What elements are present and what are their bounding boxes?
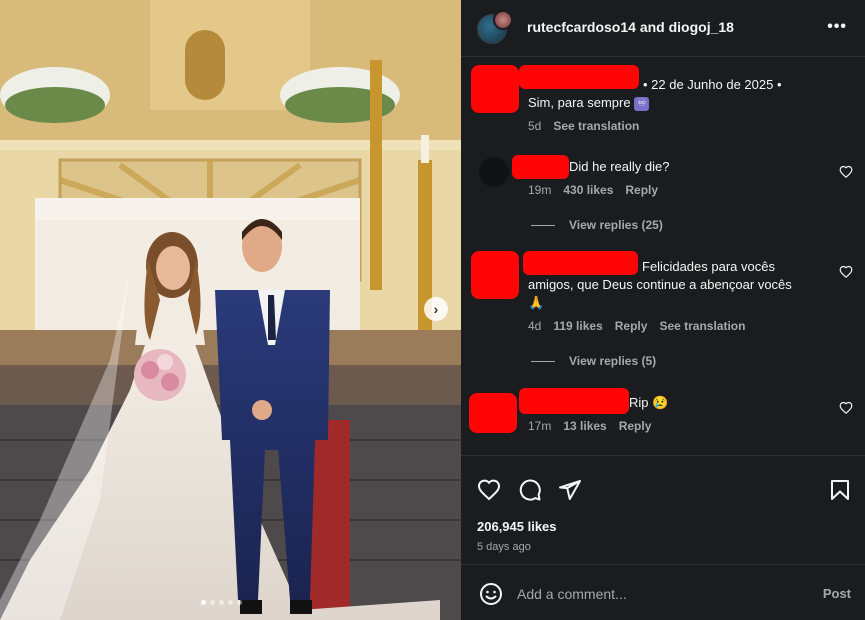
comment-text: Rip 😢 [629, 393, 668, 412]
comment-age: 4d [528, 319, 542, 333]
redacted-username [523, 251, 638, 275]
see-translation-link[interactable]: See translation [553, 119, 639, 133]
caption-body: Sim, para sempre [528, 95, 631, 110]
comment-text: Did he really die? [569, 159, 670, 174]
view-replies-button[interactable]: View replies (25) [531, 218, 663, 232]
carousel-dots [201, 600, 242, 605]
carousel-dot [219, 600, 224, 605]
share-icon[interactable] [558, 478, 582, 502]
like-heart-icon[interactable] [839, 401, 853, 415]
comment-likes[interactable]: 13 likes [563, 419, 606, 433]
comment-likes[interactable]: 430 likes [563, 183, 613, 197]
like-heart-icon[interactable] [839, 165, 853, 179]
like-heart-icon[interactable] [477, 478, 501, 502]
post-authors: rutecfcardoso14 and diogoj_18 [527, 19, 734, 35]
view-replies-button[interactable]: View replies (5) [531, 354, 656, 368]
reply-thread-line [531, 224, 555, 226]
view-replies-label: View replies (5) [569, 354, 657, 368]
like-count[interactable]: 206,945 likes [477, 519, 557, 534]
comment-input[interactable]: Add a comment... [517, 586, 627, 602]
sad-face-emoji-icon: 😢 [652, 395, 669, 410]
post-side-panel: rutecfcardoso14 and diogoj_18 ••• • 22 d… [461, 0, 865, 620]
carousel-dot [228, 600, 233, 605]
caption-age: 5d [528, 119, 542, 133]
comment-text-line1: Felicidades para vocês [642, 259, 775, 274]
comment-icon[interactable] [518, 478, 542, 502]
authors-conjunction: and [639, 19, 665, 35]
redacted-avatar [471, 65, 519, 113]
divider [461, 564, 865, 565]
comment-text-line2: amigos, que Deus continue a abençoar voc… [528, 277, 792, 292]
redacted-username [512, 155, 569, 179]
redacted-avatar [469, 393, 517, 433]
post-comment-button[interactable]: Post [823, 586, 851, 601]
post-photo[interactable]: › [0, 0, 461, 620]
post-header: rutecfcardoso14 and diogoj_18 ••• [461, 0, 865, 56]
carousel-dot [237, 600, 242, 605]
reply-button[interactable]: Reply [619, 419, 652, 433]
redacted-username [519, 388, 629, 414]
carousel-dot [210, 600, 215, 605]
comment-meta: 4d 119 likes Reply See translation [528, 319, 745, 333]
infinity-emoji-icon: ♾ [634, 96, 650, 111]
carousel-next-button[interactable]: › [424, 297, 448, 321]
bookmark-icon[interactable] [828, 478, 852, 502]
reply-button[interactable]: Reply [625, 183, 658, 197]
avatar[interactable] [493, 10, 513, 30]
comments-list[interactable]: • 22 de Junho de 2025 • Sim, para sempre… [461, 57, 865, 455]
redacted-avatar [471, 251, 519, 299]
avatar[interactable] [479, 157, 509, 187]
redacted-username [519, 65, 639, 89]
comment-body: Rip [629, 395, 649, 410]
caption-meta: 5d See translation [528, 119, 639, 133]
like-heart-icon[interactable] [839, 265, 853, 279]
divider [461, 455, 865, 456]
carousel-dot [201, 600, 206, 605]
comment-likes[interactable]: 119 likes [553, 319, 602, 333]
praying-hands-emoji-icon: 🙏 [528, 295, 545, 310]
author-username[interactable]: rutecfcardoso14 [527, 19, 636, 35]
comment-age: 17m [528, 419, 552, 433]
comment-age: 19m [528, 183, 552, 197]
post-age: 5 days ago [477, 541, 531, 553]
view-replies-label: View replies (25) [569, 218, 663, 232]
emoji-picker-icon[interactable] [479, 582, 503, 606]
reply-button[interactable]: Reply [615, 319, 648, 333]
see-translation-link[interactable]: See translation [659, 319, 745, 333]
reply-thread-line [531, 360, 555, 362]
comment-meta: 17m 13 likes Reply [528, 419, 651, 433]
author-username[interactable]: diogoj_18 [669, 19, 734, 35]
comment-meta: 19m 430 likes Reply [528, 183, 658, 197]
more-options-icon[interactable]: ••• [827, 18, 847, 36]
caption-date: • 22 de Junho de 2025 • [643, 77, 782, 92]
caption-text: Sim, para sempre ♾ [528, 93, 650, 112]
wedding-photo-illustration [0, 0, 461, 620]
